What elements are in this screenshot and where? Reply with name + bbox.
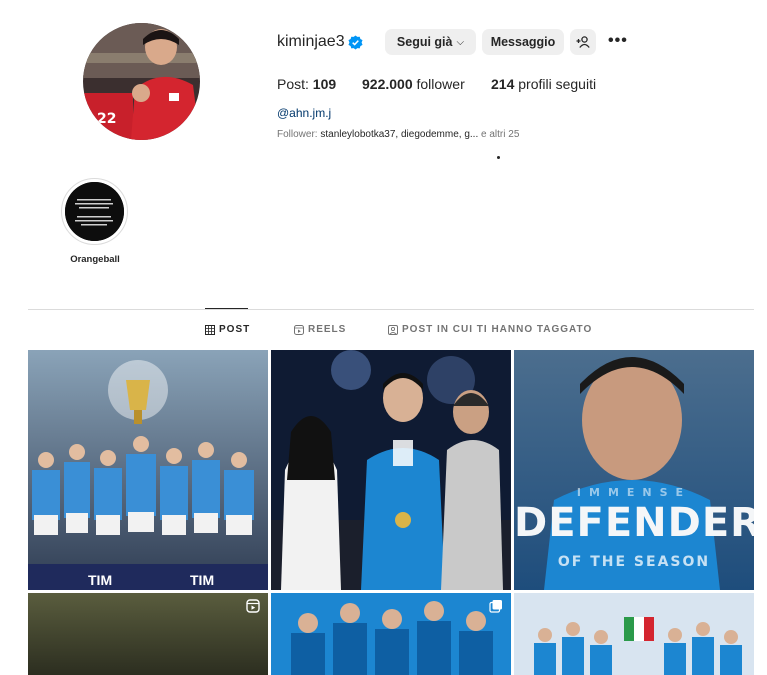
post-caption-main: DEFENDER [514,500,754,546]
post-tile-team-collage[interactable] [271,593,511,675]
tab-tagged[interactable]: POST IN CUI TI HANNO TAGGATO [388,324,592,335]
post-tile-defender-of-the-season[interactable]: IMMENSE DEFENDER OF THE SEASON [514,350,754,590]
tagged-icon [388,324,398,335]
suggested-users-button[interactable] [570,29,596,55]
highlight-cover [65,182,124,241]
reels-icon [294,324,304,335]
posts-count: Post: 109 [277,76,337,92]
more-options-icon[interactable]: ••• [608,32,628,50]
following-button-label: Segui già [396,35,453,49]
svg-text:22: 22 [97,111,116,127]
post-tile-medal-photo[interactable] [271,350,511,590]
verified-badge-icon [348,35,363,50]
separator-dot [497,156,500,159]
following-button[interactable]: Segui già ⌵ [385,29,476,55]
tab-posts[interactable]: POST [205,324,250,335]
post-caption-top: IMMENSE [576,486,692,499]
grid-icon [205,324,215,335]
followed-by[interactable]: Follower: stanleylobotka37, diegodemme, … [277,129,519,140]
active-tab-indicator [205,308,248,309]
message-button[interactable]: Messaggio [482,29,564,55]
story-highlight[interactable] [61,178,128,245]
tabs-divider [28,309,754,310]
add-person-icon [576,36,590,48]
profile-username: kiminjae3 [277,33,345,50]
sponsor-text: TIM [88,572,113,588]
sponsor-text: TIM [190,572,215,588]
highlight-label: Orangeball [70,254,120,265]
followers-count[interactable]: 922.000 follower [362,76,465,92]
tab-reels[interactable]: REELS [294,324,346,335]
carousel-icon [489,600,502,613]
profile-avatar[interactable]: 22 [83,23,200,140]
chevron-down-icon: ⌵ [456,36,465,48]
post-tile-team-group-photo[interactable] [514,593,754,675]
bio-mention-link[interactable]: @ahn.jm.j [277,106,331,120]
post-tile-dark-reel[interactable] [28,593,268,675]
following-count[interactable]: 214 profili seguiti [491,76,596,92]
reels-icon [246,599,260,613]
post-tile-trophy-celebration[interactable]: TIM TIM [28,350,268,590]
post-caption-bottom: OF THE SEASON [557,554,711,570]
